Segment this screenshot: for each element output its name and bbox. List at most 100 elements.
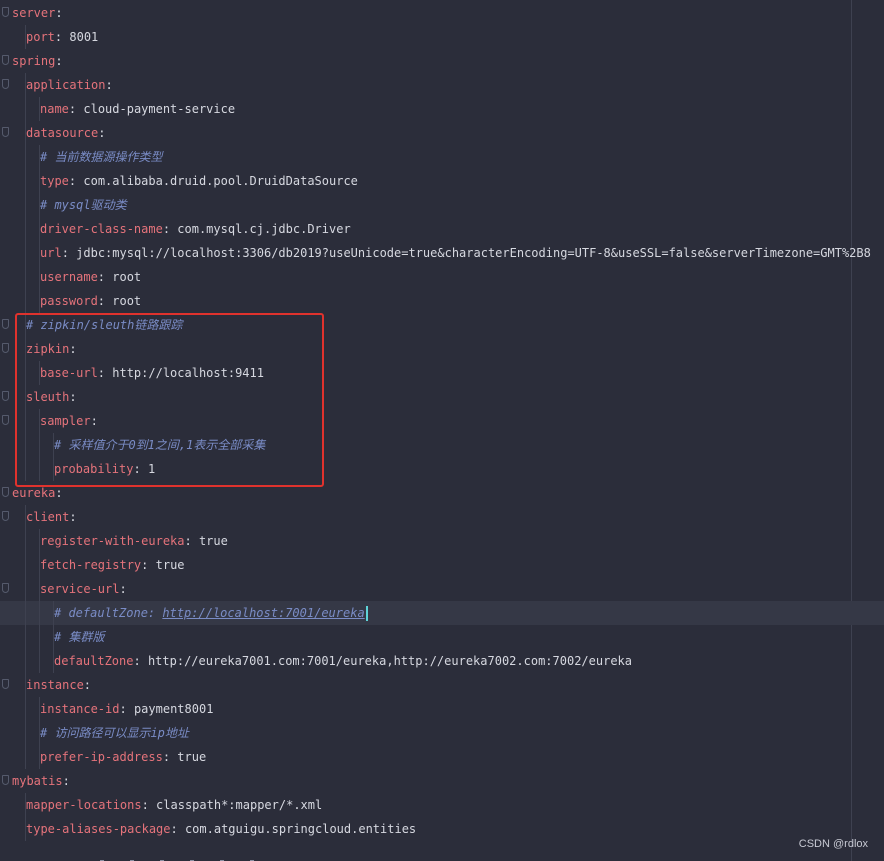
yaml-value: classpath*:mapper/*.xml	[148, 798, 323, 812]
fold-marker-icon[interactable]	[2, 127, 9, 137]
yaml-separator: :	[61, 246, 69, 260]
yaml-separator: :	[141, 798, 149, 812]
code-line[interactable]: # mysql驱动类	[0, 193, 884, 217]
yaml-key: client	[26, 510, 70, 524]
yaml-separator: :	[184, 534, 192, 548]
yaml-separator: :	[69, 510, 77, 524]
indent-guide	[25, 97, 26, 121]
code-text: server:	[12, 1, 63, 25]
indent-guide	[39, 625, 40, 649]
fold-marker-icon[interactable]	[2, 343, 9, 353]
indent-guide	[25, 169, 26, 193]
code-text: # 访问路径可以显示ip地址	[40, 721, 189, 745]
code-line[interactable]: client:	[0, 505, 884, 529]
yaml-key: server	[12, 6, 56, 20]
code-text: prefer-ip-address: true	[40, 745, 206, 769]
fold-marker-icon[interactable]	[2, 511, 9, 521]
code-line[interactable]: mapper-locations: classpath*:mapper/*.xm…	[0, 793, 884, 817]
code-line[interactable]: url: jdbc:mysql://localhost:3306/db2019?…	[0, 241, 884, 265]
indent-guide	[25, 265, 26, 289]
code-line[interactable]: service-url:	[0, 577, 884, 601]
code-line[interactable]: # 集群版	[0, 625, 884, 649]
yaml-value: jdbc:mysql://localhost:3306/db2019?useUn…	[68, 246, 871, 260]
yaml-separator: :	[162, 222, 171, 236]
yaml-key: port	[26, 30, 55, 44]
indent-guide	[25, 193, 26, 217]
yaml-value: payment8001	[126, 702, 214, 716]
fold-marker-icon[interactable]	[2, 319, 9, 329]
code-text: type: com.alibaba.druid.pool.DruidDataSo…	[40, 169, 358, 193]
code-text: register-with-eureka: true	[40, 529, 228, 553]
comment-link[interactable]: http://localhost:7001/eureka	[162, 606, 364, 620]
code-text: mapper-locations: classpath*:mapper/*.xm…	[26, 793, 322, 817]
yaml-comment: # 当前数据源操作类型	[40, 150, 163, 164]
yaml-value: http://eureka7001.com:7001/eureka,http:/…	[140, 654, 632, 668]
code-line[interactable]: defaultZone: http://eureka7001.com:7001/…	[0, 649, 884, 673]
code-line[interactable]: password: root	[0, 289, 884, 313]
fold-marker-icon[interactable]	[2, 55, 9, 65]
code-line[interactable]: type: com.alibaba.druid.pool.DruidDataSo…	[0, 169, 884, 193]
code-line[interactable]: # defaultZone: http://localhost:7001/eur…	[0, 601, 884, 625]
fold-marker-icon[interactable]	[2, 583, 9, 593]
code-line[interactable]: spring:	[0, 49, 884, 73]
yaml-key: eureka	[12, 486, 56, 500]
yaml-key: instance	[26, 678, 84, 692]
yaml-value: true	[191, 534, 228, 548]
code-line[interactable]: mybatis:	[0, 769, 884, 793]
fold-marker-icon[interactable]	[2, 391, 9, 401]
fold-marker-icon[interactable]	[2, 487, 9, 497]
fold-marker-icon[interactable]	[2, 415, 9, 425]
code-line[interactable]: server:	[0, 1, 884, 25]
fold-marker-icon[interactable]	[2, 775, 9, 785]
yaml-value: com.atguigu.springcloud.entities	[177, 822, 417, 836]
indent-guide	[25, 289, 26, 313]
code-line[interactable]: application:	[0, 73, 884, 97]
yaml-key: type	[40, 174, 69, 188]
yaml-separator: :	[62, 774, 70, 788]
code-text: service-url:	[40, 577, 127, 601]
text-caret	[365, 606, 368, 621]
code-line[interactable]: type-aliases-package: com.atguigu.spring…	[0, 817, 884, 841]
indent-guide	[25, 553, 26, 577]
yaml-key: register-with-eureka	[40, 534, 185, 548]
code-line[interactable]: datasource:	[0, 121, 884, 145]
code-line[interactable]: name: cloud-payment-service	[0, 97, 884, 121]
yaml-key: application	[26, 78, 106, 92]
code-line[interactable]: prefer-ip-address: true	[0, 745, 884, 769]
fold-marker-icon[interactable]	[2, 79, 9, 89]
indent-guide	[25, 625, 26, 649]
code-text: defaultZone: http://eureka7001.com:7001/…	[54, 649, 632, 673]
code-text: name: cloud-payment-service	[40, 97, 235, 121]
yaml-key: driver-class-name	[40, 222, 163, 236]
code-line[interactable]: # 访问路径可以显示ip地址	[0, 721, 884, 745]
yaml-comment: # 访问路径可以显示ip地址	[40, 726, 189, 740]
code-text: url: jdbc:mysql://localhost:3306/db2019?…	[40, 241, 871, 265]
code-line[interactable]: driver-class-name: com.mysql.cj.jdbc.Dri…	[0, 217, 884, 241]
yaml-value: com.alibaba.druid.pool.DruidDataSource	[76, 174, 358, 188]
code-line[interactable]: instance:	[0, 673, 884, 697]
fold-marker-icon[interactable]	[2, 679, 9, 689]
yaml-separator: :	[133, 654, 141, 668]
yaml-key: password	[40, 294, 98, 308]
indent-guide	[25, 601, 26, 625]
code-line[interactable]: username: root	[0, 265, 884, 289]
fold-marker-icon[interactable]	[2, 7, 9, 17]
code-line[interactable]: register-with-eureka: true	[0, 529, 884, 553]
yaml-key: username	[40, 270, 98, 284]
yaml-key: name	[40, 102, 69, 116]
indent-guide	[25, 529, 26, 553]
yaml-key: mybatis	[12, 774, 63, 788]
indent-guide	[39, 601, 40, 625]
code-line[interactable]: port: 8001	[0, 25, 884, 49]
indent-guide	[39, 649, 40, 673]
code-text: client:	[26, 505, 77, 529]
code-text: datasource:	[26, 121, 105, 145]
code-line[interactable]: instance-id: payment8001	[0, 697, 884, 721]
indent-guide	[25, 145, 26, 169]
code-text: mybatis:	[12, 769, 70, 793]
code-line[interactable]: fetch-registry: true	[0, 553, 884, 577]
watermark: CSDN @rdlox	[798, 838, 868, 850]
code-text: instance:	[26, 673, 91, 697]
code-line[interactable]: # 当前数据源操作类型	[0, 145, 884, 169]
yaml-separator: :	[162, 750, 171, 764]
